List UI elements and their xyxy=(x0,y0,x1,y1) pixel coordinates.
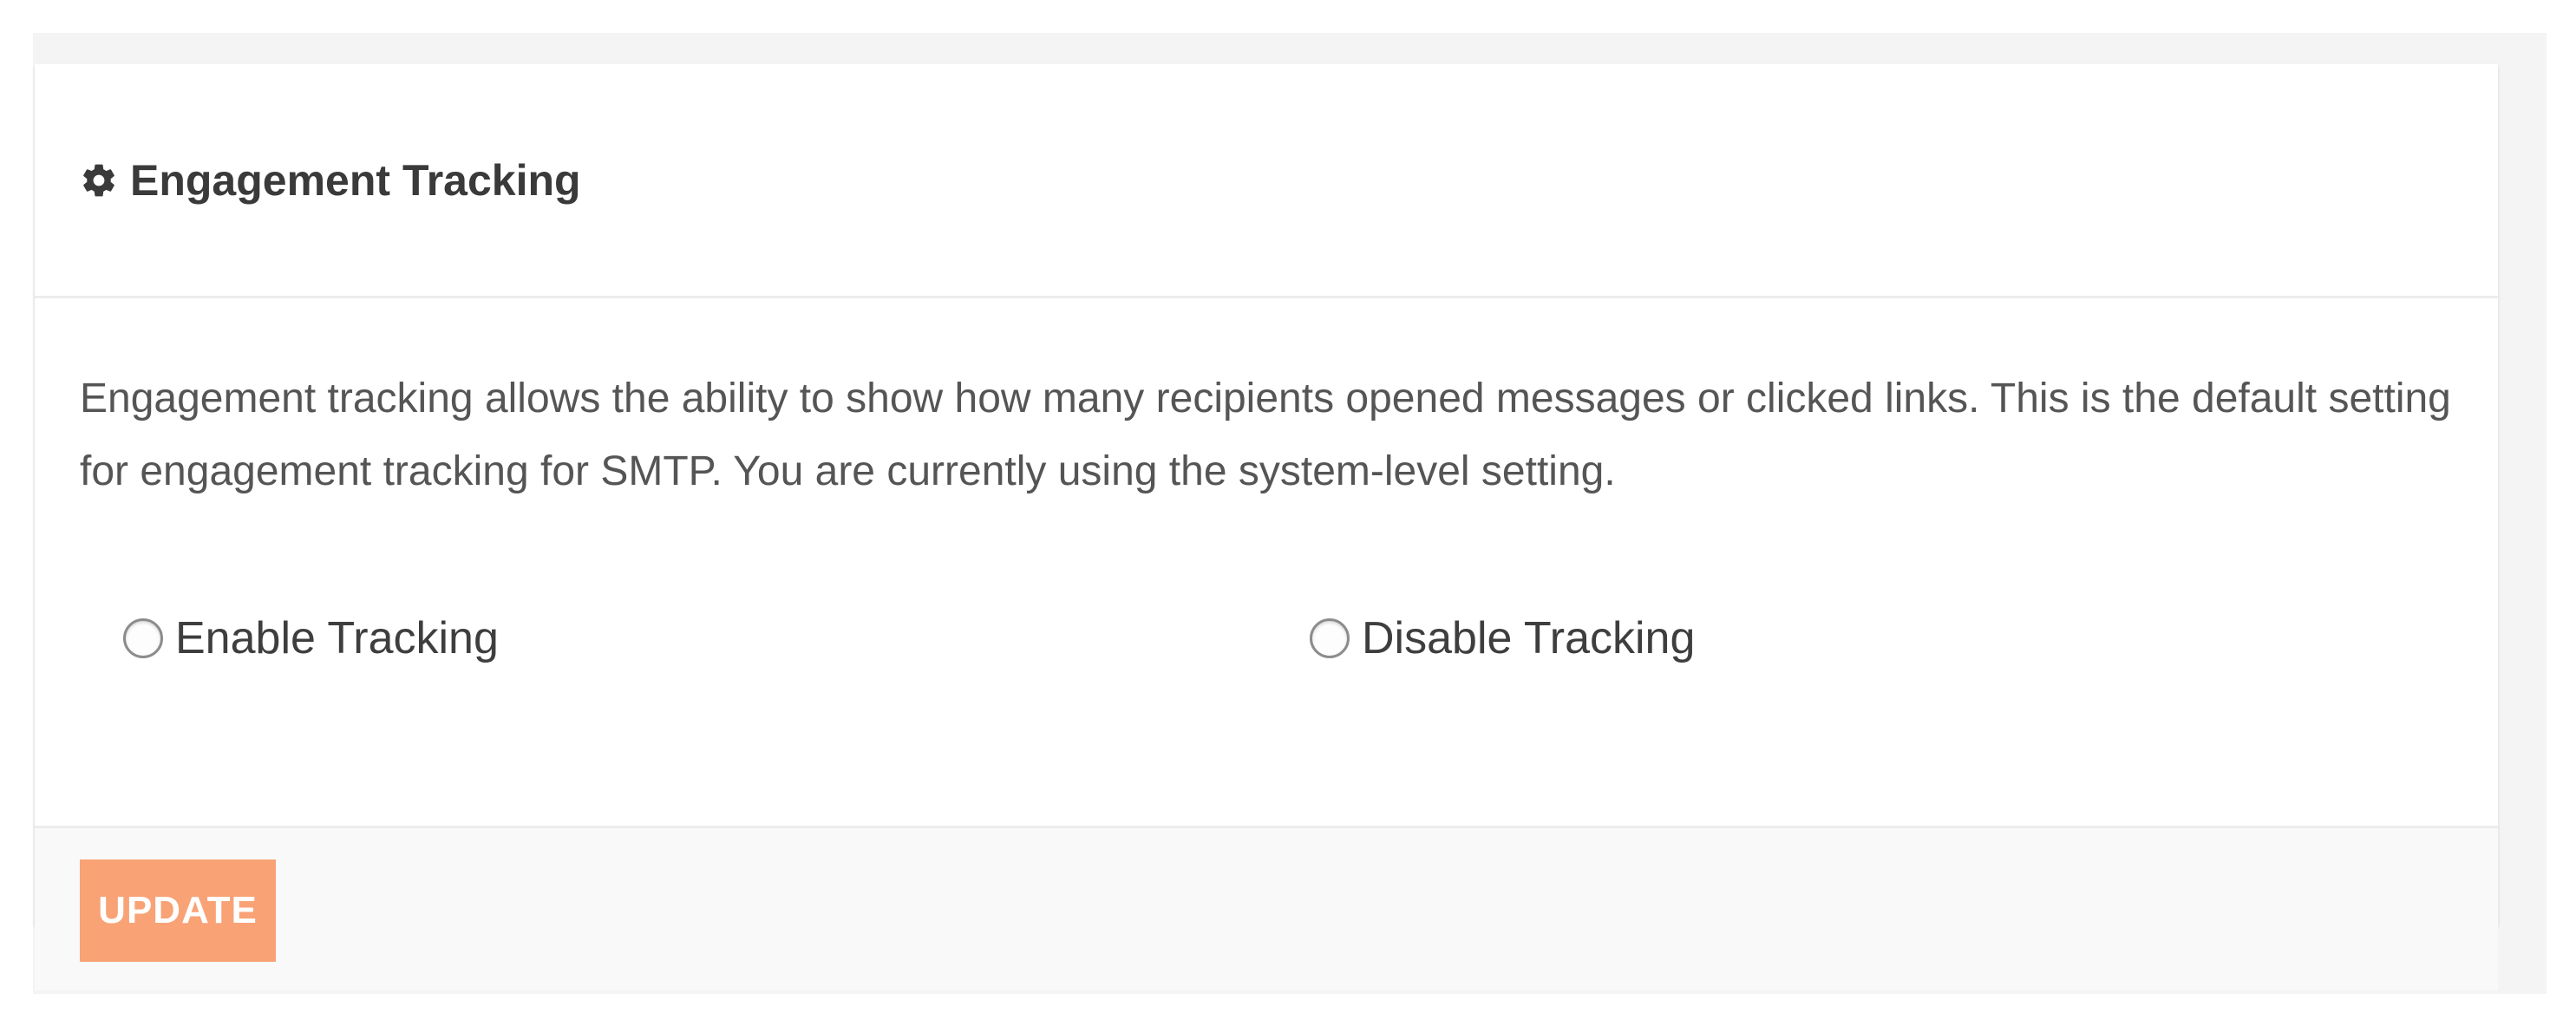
panel-title-text: Engagement Tracking xyxy=(130,156,581,205)
tracking-description: Engagement tracking allows the ability t… xyxy=(80,376,2451,494)
disable-tracking-option[interactable]: Disable Tracking xyxy=(1310,611,1695,666)
enable-tracking-label: Enable Tracking xyxy=(175,613,499,663)
panel-body: Engagement tracking allows the ability t… xyxy=(35,298,2498,826)
panel-header: Engagement Tracking xyxy=(35,64,2498,298)
disable-tracking-radio[interactable] xyxy=(1310,618,1350,658)
enable-tracking-option[interactable]: Enable Tracking xyxy=(123,611,499,666)
panel-title: Engagement Tracking xyxy=(80,154,581,206)
panel-footer: UPDATE xyxy=(35,826,2498,990)
update-button[interactable]: UPDATE xyxy=(80,859,276,962)
gear-icon xyxy=(83,164,114,197)
disable-tracking-label: Disable Tracking xyxy=(1362,613,1696,663)
enable-tracking-radio[interactable] xyxy=(123,618,163,658)
engagement-tracking-panel: Engagement Tracking Engagement tracking … xyxy=(35,64,2498,990)
